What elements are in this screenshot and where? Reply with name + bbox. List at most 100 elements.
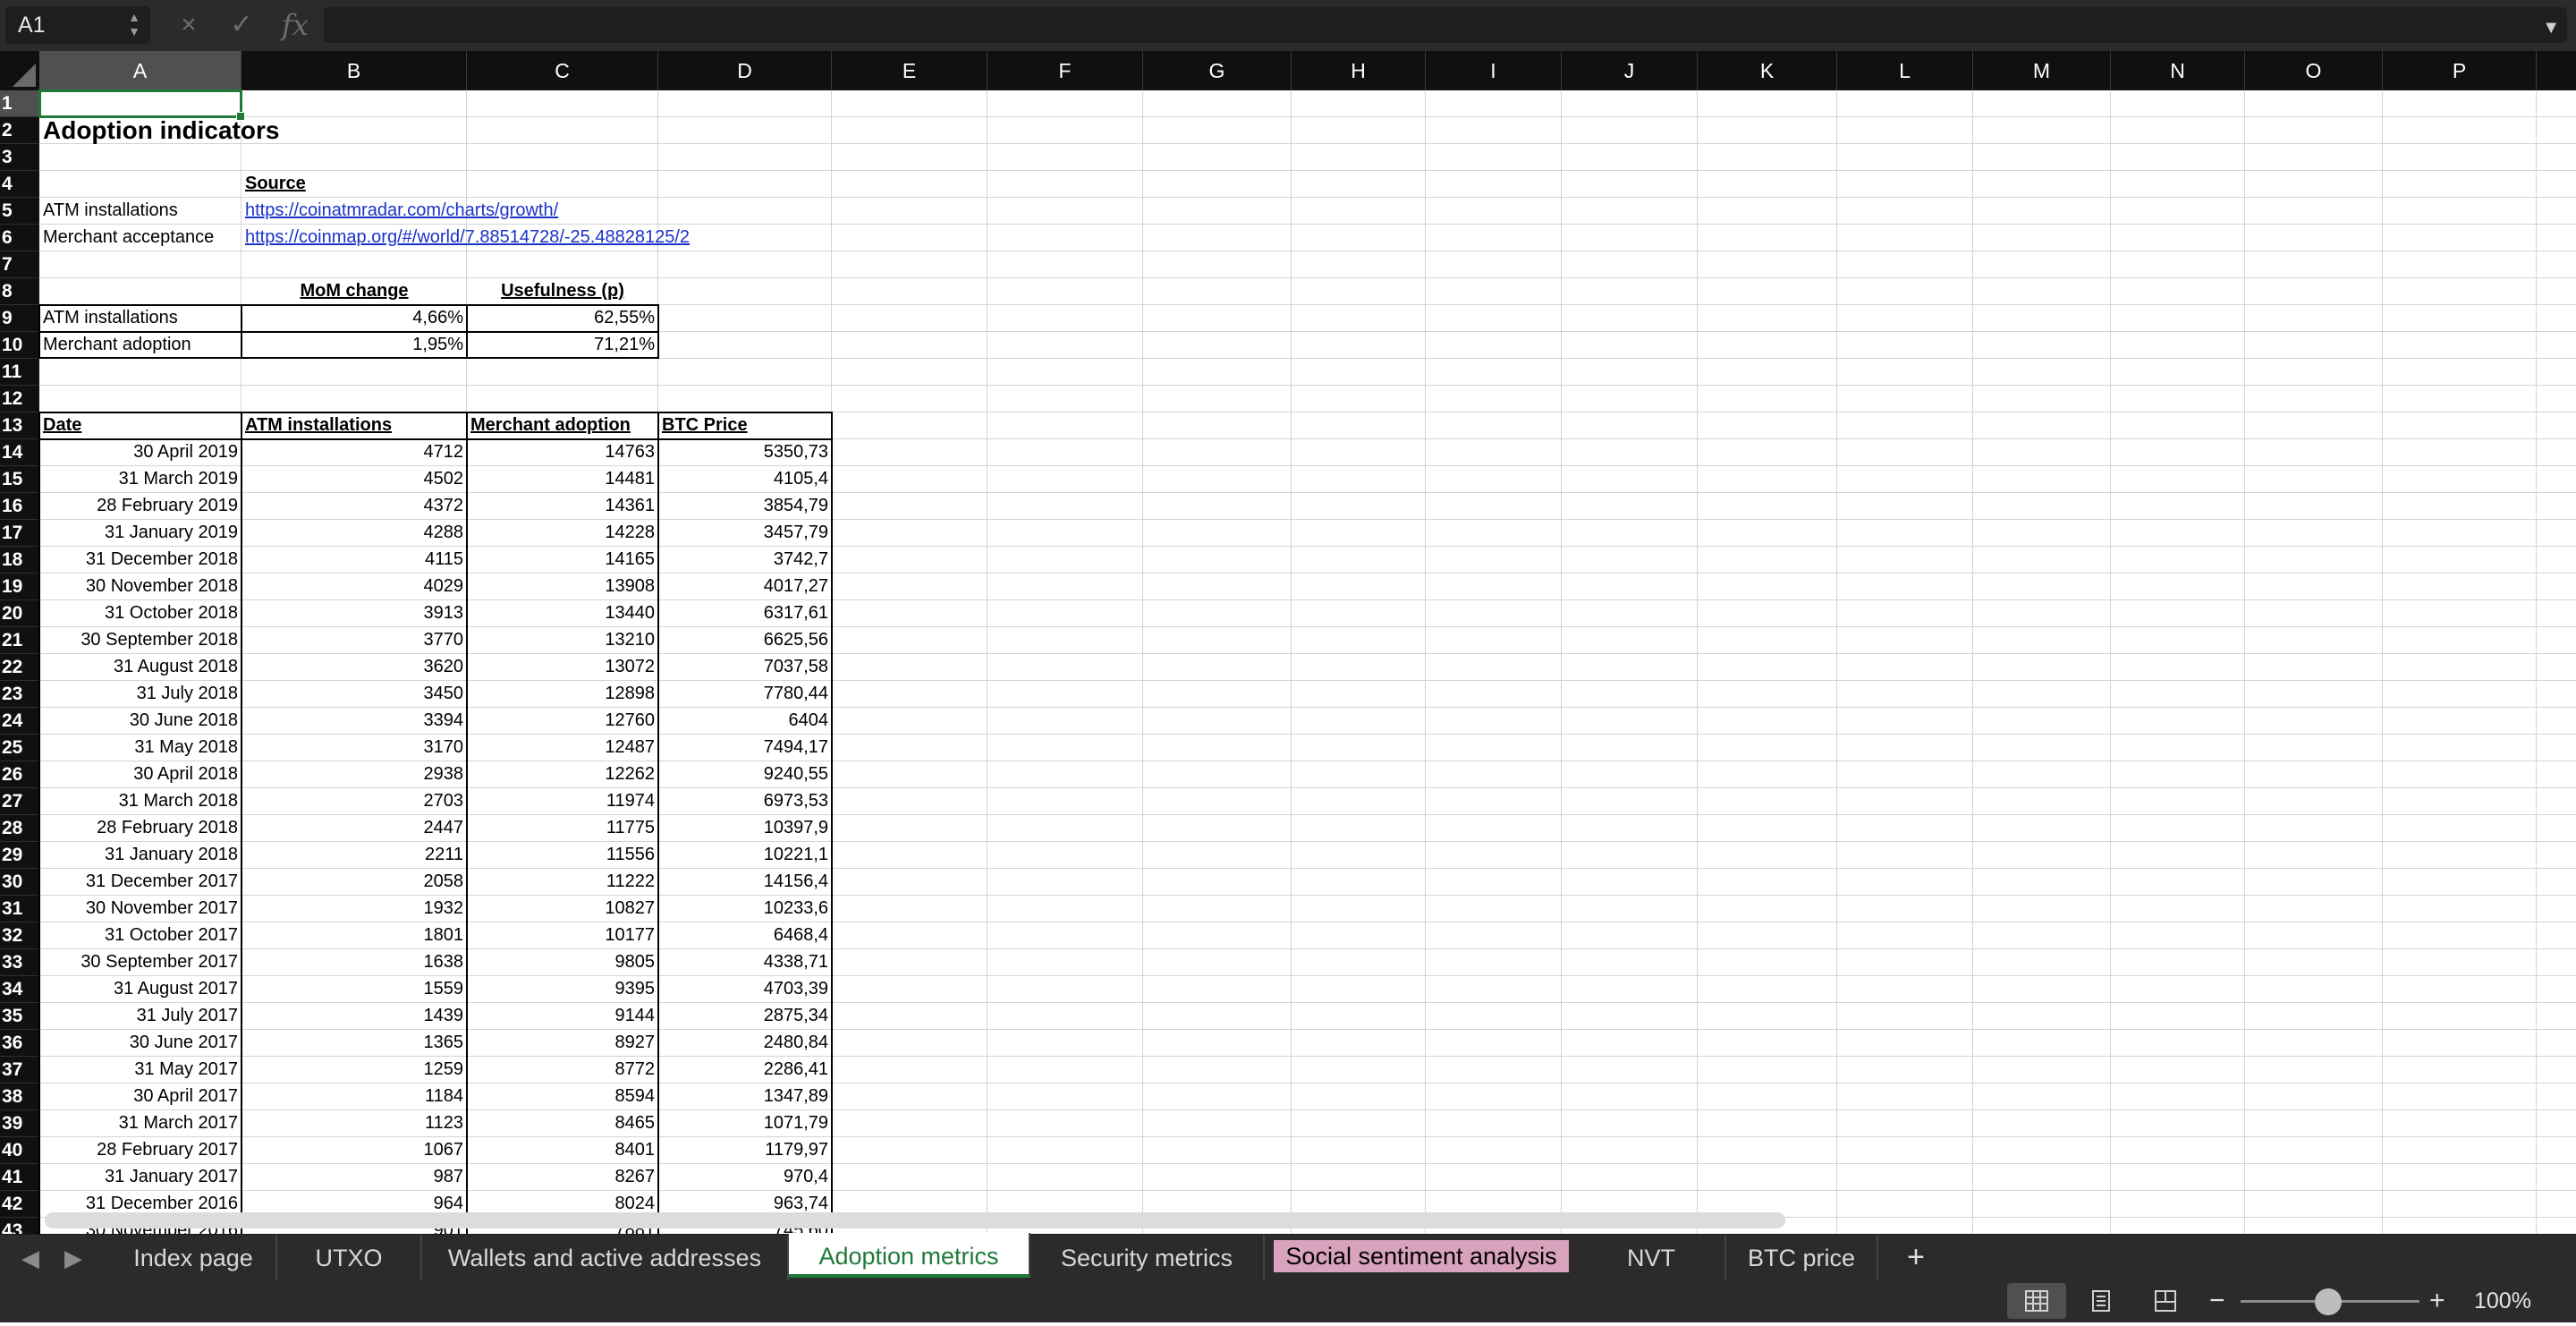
column-header-g[interactable]: G xyxy=(1143,51,1292,90)
row-header-20[interactable]: 20 xyxy=(0,600,39,627)
column-header-c[interactable]: C xyxy=(467,51,658,90)
cancel-icon[interactable]: × xyxy=(173,9,205,41)
tab-social-sentiment-analysis[interactable]: Social sentiment analysis xyxy=(1274,1240,1569,1272)
row-header-17[interactable]: 17 xyxy=(0,520,39,547)
row-header-7[interactable]: 7 xyxy=(0,251,39,278)
row-header-26[interactable]: 26 xyxy=(0,761,39,788)
tab-security-metrics[interactable]: Security metrics xyxy=(1030,1235,1265,1281)
source-label: ATM installations xyxy=(43,200,178,220)
row-header-30[interactable]: 30 xyxy=(0,869,39,896)
tab-utxo[interactable]: UTXO xyxy=(277,1235,422,1281)
row-header-42[interactable]: 42 xyxy=(0,1191,39,1218)
column-header-k[interactable]: K xyxy=(1698,51,1837,90)
row-header-32[interactable]: 32 xyxy=(0,922,39,949)
row-header-35[interactable]: 35 xyxy=(0,1003,39,1030)
tab-adoption-metrics[interactable]: Adoption metrics xyxy=(789,1233,1030,1278)
confirm-icon[interactable]: ✓ xyxy=(225,9,258,41)
column-header-j[interactable]: J xyxy=(1562,51,1698,90)
row-header-11[interactable]: 11 xyxy=(0,359,39,386)
fx-icon[interactable]: fx xyxy=(279,9,311,41)
cell-selection[interactable] xyxy=(38,89,245,121)
column-header-h[interactable]: H xyxy=(1292,51,1426,90)
column-header-n[interactable]: N xyxy=(2111,51,2245,90)
column-header-a[interactable]: A xyxy=(39,51,242,90)
row-header-3[interactable]: 3 xyxy=(0,144,39,171)
formula-input[interactable]: ▼ xyxy=(324,7,2567,43)
row-header-25[interactable]: 25 xyxy=(0,735,39,761)
row-header-14[interactable]: 14 xyxy=(0,439,39,466)
column-header-d[interactable]: D xyxy=(658,51,832,90)
row-header-22[interactable]: 22 xyxy=(0,654,39,681)
zoom-out-button[interactable]: − xyxy=(2209,1284,2225,1318)
select-all-corner[interactable] xyxy=(0,51,39,90)
tab-btc-price[interactable]: BTC price xyxy=(1726,1235,1878,1281)
page-layout-view-icon[interactable] xyxy=(2072,1283,2131,1319)
cell-reference: A1 xyxy=(18,13,46,38)
row-header-36[interactable]: 36 xyxy=(0,1030,39,1057)
expand-formula-icon[interactable]: ▼ xyxy=(2542,18,2560,38)
column-header-e[interactable]: E xyxy=(832,51,987,90)
row-header-5[interactable]: 5 xyxy=(0,198,39,225)
summary-divider xyxy=(39,331,658,333)
row-header-10[interactable]: 10 xyxy=(0,332,39,359)
row-header-41[interactable]: 41 xyxy=(0,1164,39,1191)
cell-area[interactable]: Adoption indicators Source ATM installatio… xyxy=(38,89,2576,1234)
row-header-21[interactable]: 21 xyxy=(0,627,39,654)
source-link[interactable]: https://coinatmradar.com/charts/growth/ xyxy=(242,198,832,225)
source-link[interactable]: https://coinmap.org/#/world/7.88514728/-… xyxy=(242,225,832,251)
horizontal-scrollbar[interactable] xyxy=(45,1212,1785,1228)
zoom-in-button[interactable]: + xyxy=(2429,1284,2445,1318)
row-header-6[interactable]: 6 xyxy=(0,225,39,251)
row-header-18[interactable]: 18 xyxy=(0,547,39,574)
column-header-o[interactable]: O xyxy=(2245,51,2383,90)
row-header-34[interactable]: 34 xyxy=(0,976,39,1003)
row-header-9[interactable]: 9 xyxy=(0,305,39,332)
column-header-c[interactable]: C xyxy=(2537,51,2576,90)
row-header-2[interactable]: 2 xyxy=(0,117,39,144)
column-gridline xyxy=(1142,90,1143,1234)
row-header-38[interactable]: 38 xyxy=(0,1084,39,1110)
name-box[interactable]: A1 ▲ ▼ xyxy=(5,6,150,44)
row-header-40[interactable]: 40 xyxy=(0,1137,39,1164)
column-header-p[interactable]: P xyxy=(2383,51,2537,90)
zoom-slider-thumb[interactable] xyxy=(2315,1288,2342,1315)
row-header-43[interactable]: 43 xyxy=(0,1218,39,1234)
row-headers: 1 2 3 4 5 6 7 8 9 10 11 12 13 14 15 16 17 18 19 20 21 22 23 24 2… xyxy=(0,90,39,1234)
column-header-b[interactable]: B xyxy=(242,51,467,90)
next-sheet-icon[interactable]: ▶ xyxy=(55,1235,91,1281)
row-header-24[interactable]: 24 xyxy=(0,708,39,735)
row-header-12[interactable]: 12 xyxy=(0,386,39,412)
normal-view-icon[interactable] xyxy=(2007,1283,2066,1319)
row-header-27[interactable]: 27 xyxy=(0,788,39,815)
previous-sheet-icon[interactable]: ◀ xyxy=(13,1235,48,1281)
row-header-31[interactable]: 31 xyxy=(0,896,39,922)
row-header-19[interactable]: 19 xyxy=(0,574,39,600)
tab-index-page[interactable]: Index page xyxy=(111,1235,277,1281)
row-header-29[interactable]: 29 xyxy=(0,842,39,869)
row-header-33[interactable]: 33 xyxy=(0,949,39,976)
column-gridline xyxy=(1697,90,1698,1234)
row-header-39[interactable]: 39 xyxy=(0,1110,39,1137)
row-header-15[interactable]: 15 xyxy=(0,466,39,493)
row-header-13[interactable]: 13 xyxy=(0,412,39,439)
column-header-l[interactable]: L xyxy=(1837,51,1973,90)
row-header-37[interactable]: 37 xyxy=(0,1057,39,1084)
sheet-title: Adoption indicators xyxy=(43,116,280,144)
add-sheet-button[interactable]: + xyxy=(1896,1235,1936,1281)
column-header-f[interactable]: F xyxy=(987,51,1143,90)
row-header-28[interactable]: 28 xyxy=(0,815,39,842)
tab-nvt[interactable]: NVT xyxy=(1578,1235,1726,1281)
name-box-stepper-icon[interactable]: ▲ ▼ xyxy=(125,10,143,40)
tab-wallets-and-active-addresses[interactable]: Wallets and active addresses xyxy=(422,1235,789,1281)
column-header-m[interactable]: M xyxy=(1973,51,2111,90)
row-header-8[interactable]: 8 xyxy=(0,278,39,305)
row-header-1[interactable]: 1 xyxy=(0,90,39,117)
column-header-i[interactable]: I xyxy=(1426,51,1562,90)
page-break-view-icon[interactable] xyxy=(2136,1283,2195,1319)
row-header-23[interactable]: 23 xyxy=(0,681,39,708)
column-gridline xyxy=(2110,90,2111,1234)
spreadsheet-grid[interactable]: ABCDEFGHIJKLMNOPC 1234567891011121314151… xyxy=(0,51,2576,1234)
column-gridline xyxy=(1291,90,1292,1234)
row-header-16[interactable]: 16 xyxy=(0,493,39,520)
row-header-4[interactable]: 4 xyxy=(0,171,39,198)
